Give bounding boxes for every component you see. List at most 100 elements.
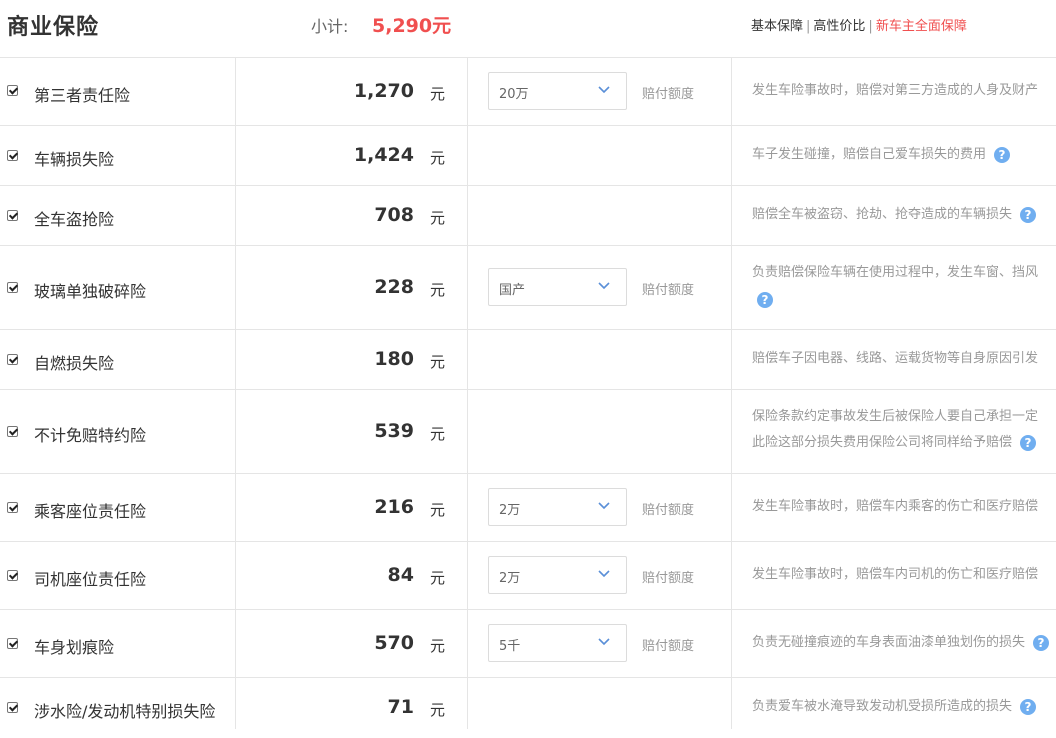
- preset-value-link[interactable]: 高性价比: [813, 19, 865, 34]
- insurance-description-text: 负责赔偿保险车辆在使用过程中，发生车窗、挡风: [752, 265, 1039, 280]
- subtotal-value: 5,290元: [372, 15, 452, 37]
- coverage-select-value: 5千: [499, 639, 521, 654]
- insurance-description-text-2: 此险这部分损失费用保险公司将同样给予赔偿: [752, 435, 1013, 450]
- preset-links: 基本保障 | 高性价比 | 新车主全面保障: [751, 15, 967, 34]
- preset-separator: |: [806, 19, 811, 34]
- help-icon[interactable]: ?: [1033, 634, 1050, 651]
- insurance-description-text: 车子发生碰撞，赔偿自己爱车损失的费用: [752, 147, 987, 162]
- amount-label: 赔付额度: [642, 283, 695, 298]
- checkbox[interactable]: [7, 282, 18, 293]
- preset-full-link[interactable]: 新车主全面保障: [876, 19, 967, 34]
- insurance-description: 保险条款约定事故发生后被保险人要自己承担一定 此险这部分损失费用保险公司将同样给予…: [752, 404, 1038, 456]
- coverage-select[interactable]: 国产: [488, 268, 627, 306]
- coverage-select[interactable]: 5千: [488, 624, 627, 662]
- price-unit: 元: [430, 149, 446, 167]
- insurance-name: 第三者责任险: [34, 86, 131, 105]
- coverage-select-value: 国产: [499, 283, 526, 298]
- insurance-price: 84: [387, 564, 414, 586]
- chevron-down-icon: [598, 502, 610, 510]
- insurance-description: 赔偿全车被盗窃、抢劫、抢夺造成的车辆损失?: [752, 202, 1037, 228]
- insurance-description: 赔偿车子因电器、线路、运载货物等自身原因引发: [752, 351, 1039, 366]
- insurance-price: 570: [374, 632, 414, 654]
- table-row: 车身划痕险 570 元 5千 赔付额度 负责无碰撞痕迹的车身表面油漆单独划伤的损…: [0, 610, 1056, 678]
- coverage-select[interactable]: 2万: [488, 556, 627, 594]
- insurance-description: 发生车险事故时，赔偿车内乘客的伤亡和医疗赔偿: [752, 499, 1039, 514]
- amount-label: 赔付额度: [642, 639, 695, 654]
- checkbox[interactable]: [7, 150, 18, 161]
- amount-label: 赔付额度: [642, 503, 695, 518]
- header: 商业保险 小计: 5,290元 基本保障 | 高性价比 | 新车主全面保障: [0, 0, 1056, 58]
- checkbox[interactable]: [7, 426, 18, 437]
- insurance-name: 车辆损失险: [34, 150, 115, 169]
- insurance-price: 708: [374, 204, 414, 226]
- price-unit: 元: [430, 85, 446, 103]
- insurance-price: 1,270: [353, 80, 414, 102]
- help-icon[interactable]: ?: [757, 291, 773, 308]
- price-unit: 元: [430, 353, 446, 371]
- coverage-select[interactable]: 20万: [488, 72, 627, 110]
- coverage-select-value: 2万: [499, 503, 521, 518]
- page-title: 商业保险: [7, 15, 100, 40]
- checkbox[interactable]: [7, 638, 18, 649]
- price-unit: 元: [430, 569, 446, 587]
- insurance-price: 1,424: [353, 144, 414, 166]
- table-row: 乘客座位责任险 216 元 2万 赔付额度 发生车险事故时，赔偿车内乘客的伤亡和…: [0, 474, 1056, 542]
- price-unit: 元: [430, 701, 446, 719]
- subtotal-label: 小计:: [311, 17, 349, 36]
- insurance-name: 不计免赔特约险: [34, 426, 147, 445]
- chevron-down-icon: [598, 86, 610, 94]
- chevron-down-icon: [598, 570, 610, 578]
- table-row: 第三者责任险 1,270 元 20万 赔付额度 发生车险事故时，赔偿对第三方造成…: [0, 58, 1056, 126]
- chevron-down-icon: [598, 282, 610, 290]
- coverage-select-value: 2万: [499, 571, 521, 586]
- insurance-name: 乘客座位责任险: [34, 502, 147, 521]
- checkbox[interactable]: [7, 85, 18, 96]
- price-unit: 元: [430, 209, 446, 227]
- price-unit: 元: [430, 501, 446, 519]
- insurance-description: 发生车险事故时，赔偿车内司机的伤亡和医疗赔偿: [752, 567, 1039, 582]
- insurance-price: 216: [374, 496, 414, 518]
- coverage-select[interactable]: 2万: [488, 488, 627, 526]
- insurance-name: 玻璃单独破碎险: [34, 282, 147, 301]
- table-row: 自燃损失险 180 元 赔偿车子因电器、线路、运载货物等自身原因引发: [0, 330, 1056, 390]
- checkbox[interactable]: [7, 210, 18, 221]
- table-row: 司机座位责任险 84 元 2万 赔付额度 发生车险事故时，赔偿车内司机的伤亡和医…: [0, 542, 1056, 610]
- insurance-price: 180: [374, 348, 414, 370]
- help-icon[interactable]: ?: [1020, 434, 1037, 451]
- insurance-name: 自燃损失险: [34, 354, 115, 373]
- insurance-name: 车身划痕险: [34, 638, 115, 657]
- amount-label: 赔付额度: [642, 571, 695, 586]
- preset-separator: |: [868, 19, 873, 34]
- coverage-select-value: 20万: [499, 87, 529, 102]
- amount-label: 赔付额度: [642, 87, 695, 102]
- checkbox[interactable]: [7, 570, 18, 581]
- insurance-description: 车子发生碰撞，赔偿自己爱车损失的费用?: [752, 142, 1011, 168]
- checkbox[interactable]: [7, 702, 18, 713]
- table-row: 不计免赔特约险 539 元 保险条款约定事故发生后被保险人要自己承担一定 此险这部…: [0, 390, 1056, 474]
- price-unit: 元: [430, 425, 446, 443]
- insurance-name: 全车盗抢险: [34, 210, 115, 229]
- insurance-description: 负责爱车被水淹导致发动机受损所造成的损失?: [752, 694, 1037, 720]
- insurance-description: 负责赔偿保险车辆在使用过程中，发生车窗、挡风?: [752, 260, 1038, 312]
- help-icon[interactable]: ?: [1020, 698, 1037, 715]
- insurance-name: 司机座位责任险: [34, 570, 147, 589]
- insurance-description-text: 赔偿全车被盗窃、抢劫、抢夺造成的车辆损失: [752, 207, 1013, 222]
- table-row: 车辆损失险 1,424 元 车子发生碰撞，赔偿自己爱车损失的费用?: [0, 126, 1056, 186]
- insurance-description: 负责无碰撞痕迹的车身表面油漆单独划伤的损失?: [752, 630, 1050, 656]
- help-icon[interactable]: ?: [994, 146, 1011, 163]
- help-icon[interactable]: ?: [1020, 206, 1037, 223]
- insurance-price: 71: [387, 696, 414, 718]
- insurance-price: 539: [374, 420, 414, 442]
- preset-basic-link[interactable]: 基本保障: [751, 19, 803, 34]
- price-unit: 元: [430, 281, 446, 299]
- checkbox[interactable]: [7, 502, 18, 513]
- insurance-description: 发生车险事故时，赔偿对第三方造成的人身及财产: [752, 83, 1039, 98]
- table-row: 涉水险/发动机特别损失险 71 元 负责爱车被水淹导致发动机受损所造成的损失?: [0, 678, 1056, 738]
- table-row: 全车盗抢险 708 元 赔偿全车被盗窃、抢劫、抢夺造成的车辆损失?: [0, 186, 1056, 246]
- insurance-description-text: 保险条款约定事故发生后被保险人要自己承担一定: [752, 409, 1039, 424]
- chevron-down-icon: [598, 638, 610, 646]
- checkbox[interactable]: [7, 354, 18, 365]
- price-unit: 元: [430, 637, 446, 655]
- insurance-price: 228: [374, 276, 414, 298]
- table-row: 玻璃单独破碎险 228 元 国产 赔付额度 负责赔偿保险车辆在使用过程中，发生车…: [0, 246, 1056, 330]
